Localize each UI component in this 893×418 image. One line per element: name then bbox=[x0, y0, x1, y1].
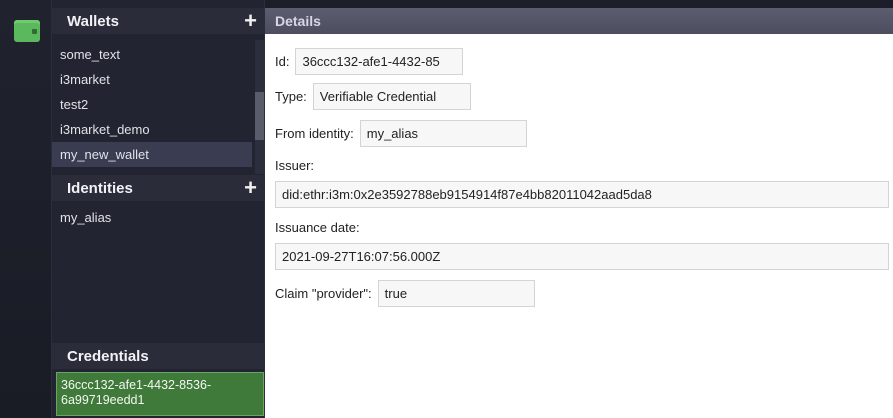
type-row: Type: Verifiable Credential bbox=[275, 83, 471, 110]
from-identity-label: From identity: bbox=[275, 126, 354, 141]
add-identity-button[interactable]: + bbox=[244, 177, 257, 199]
identities-title: Identities bbox=[67, 179, 133, 197]
id-label: Id: bbox=[275, 54, 290, 69]
wallets-header: Wallets + bbox=[52, 8, 265, 34]
wallets-title: Wallets bbox=[67, 12, 119, 30]
wallet-item-i3market[interactable]: i3market bbox=[52, 67, 252, 92]
credentials-header: Credentials bbox=[52, 343, 265, 369]
issuance-date-field[interactable]: 2021-09-27T16:07:56.000Z bbox=[275, 243, 889, 270]
type-label: Type: bbox=[275, 89, 307, 104]
identity-item-my-alias[interactable]: my_alias bbox=[52, 205, 252, 230]
wallet-item-i3market-demo[interactable]: i3market_demo bbox=[52, 117, 252, 142]
from-identity-row: From identity: my_alias bbox=[275, 120, 527, 147]
sidebar: Wallets + some_text i3market test2 i3mar… bbox=[52, 0, 265, 418]
type-field[interactable]: Verifiable Credential bbox=[312, 83, 471, 110]
credentials-title: Credentials bbox=[67, 347, 149, 365]
claim-provider-row: Claim "provider": true bbox=[275, 280, 535, 307]
wallet-item-test2[interactable]: test2 bbox=[52, 92, 252, 117]
wallet-list: some_text i3market test2 i3market_demo m… bbox=[52, 42, 252, 167]
wallet-item-my-new-wallet[interactable]: my_new_wallet bbox=[52, 142, 252, 167]
details-top-gap bbox=[265, 0, 893, 8]
details-panel: Details Id: 36ccc132-afe1-4432-85 Type: … bbox=[265, 0, 893, 418]
issuance-date-label: Issuance date: bbox=[275, 220, 360, 235]
credential-item[interactable]: 36ccc132-afe1-4432-8536-6a99719eedd1 bbox=[56, 372, 264, 416]
add-wallet-button[interactable]: + bbox=[244, 10, 257, 32]
icon-rail bbox=[0, 0, 52, 418]
details-title: Details bbox=[275, 13, 321, 29]
identity-list: my_alias bbox=[52, 205, 252, 230]
wallet-scroll-thumb[interactable] bbox=[255, 92, 264, 140]
identities-header: Identities + bbox=[52, 175, 265, 201]
issuer-label: Issuer: bbox=[275, 158, 315, 173]
details-header: Details bbox=[265, 8, 893, 34]
claim-provider-field[interactable]: true bbox=[377, 280, 535, 307]
id-field[interactable]: 36ccc132-afe1-4432-85 bbox=[295, 48, 464, 75]
id-row: Id: 36ccc132-afe1-4432-85 bbox=[275, 48, 464, 75]
wallet-icon[interactable] bbox=[14, 20, 40, 42]
claim-provider-label: Claim "provider": bbox=[275, 286, 372, 301]
wallet-item-some-text[interactable]: some_text bbox=[52, 42, 252, 67]
issuer-field[interactable]: did:ethr:i3m:0x2e3592788eb9154914f87e4bb… bbox=[275, 181, 889, 208]
wallet-scrollbar[interactable] bbox=[255, 40, 264, 174]
from-identity-field[interactable]: my_alias bbox=[359, 120, 527, 147]
